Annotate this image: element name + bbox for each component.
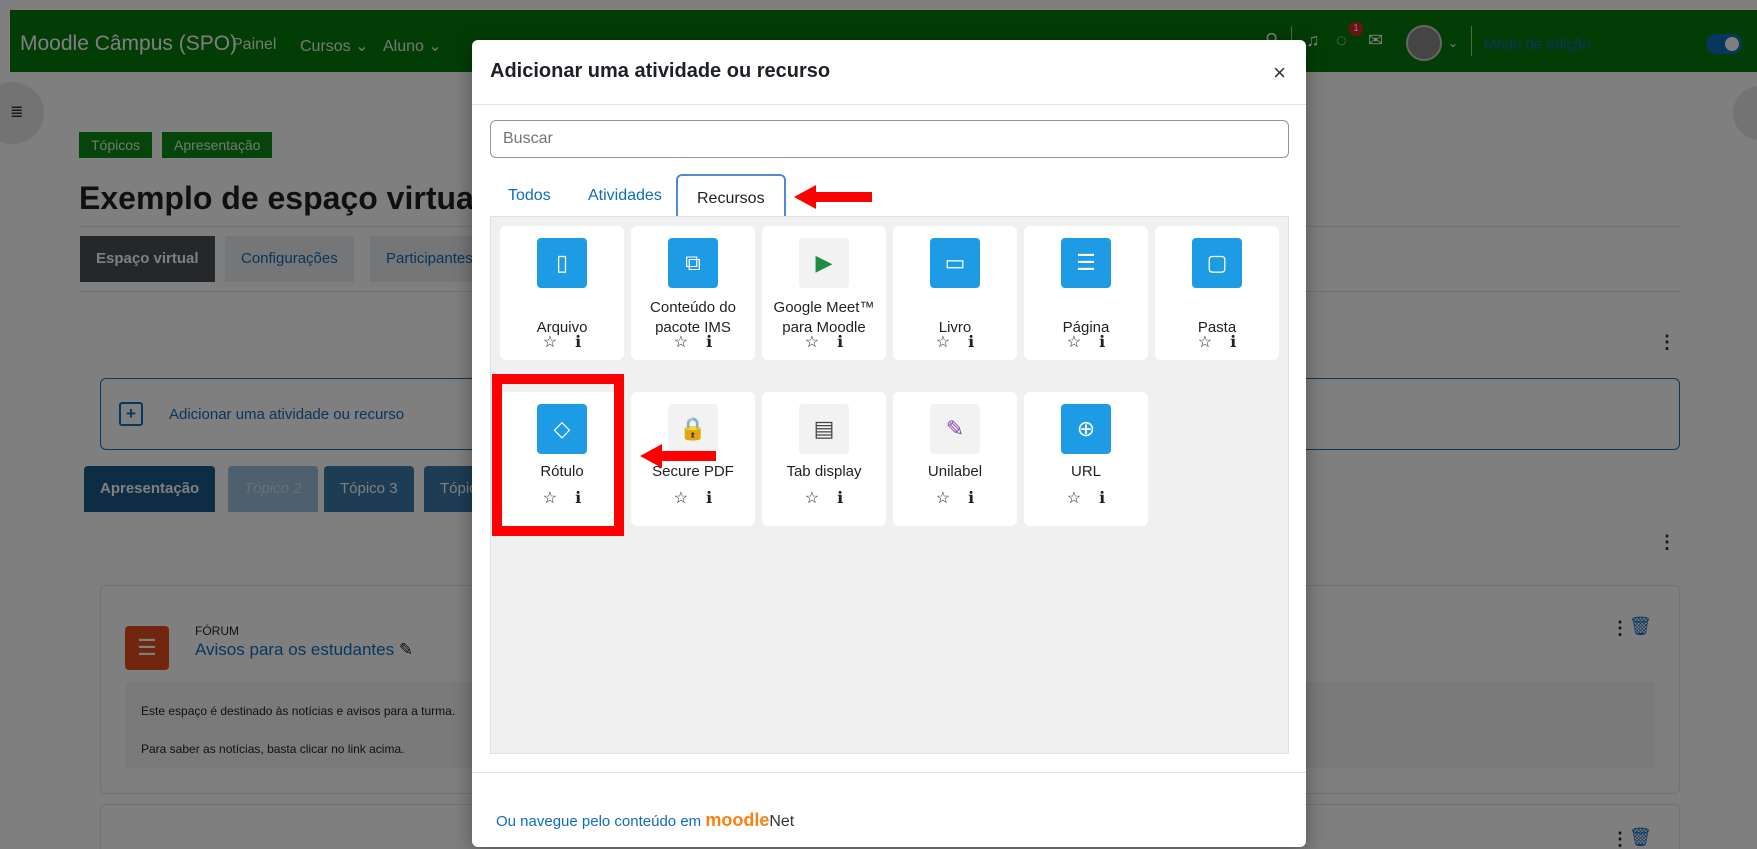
info-icon[interactable]: ℹ [575, 334, 599, 351]
star-icon[interactable]: ☆ [1198, 334, 1230, 351]
tile-label: Tab display [786, 463, 862, 480]
tile-unilabel[interactable]: ✎ Unilabel ☆ℹ [893, 392, 1017, 526]
moodlenet-logo-net: Net [769, 813, 795, 830]
tile-google-meet[interactable]: ▶ Google Meet™ para Moodle ☆ℹ [762, 226, 886, 360]
star-icon[interactable]: ☆ [805, 490, 837, 507]
info-icon[interactable]: ℹ [968, 490, 992, 507]
tile-pasta[interactable]: ▢ Pasta ☆ℹ [1155, 226, 1279, 360]
divider [472, 772, 1306, 773]
info-icon[interactable]: ℹ [1099, 334, 1123, 351]
tab-atividades[interactable]: Atividades [588, 187, 662, 205]
tile-tab-display[interactable]: ▤ Tab display ☆ℹ [762, 392, 886, 526]
tile-label: URL [1070, 463, 1101, 480]
moodlenet-text: Ou navegue pelo conteúdo em [496, 813, 702, 830]
tile-actions: ☆ℹ [1024, 332, 1148, 352]
tile-actions: ☆ℹ [893, 488, 1017, 508]
star-icon[interactable]: ☆ [936, 490, 968, 507]
modal-title: Adicionar uma atividade ou recurso [490, 60, 831, 82]
tile-actions: ☆ℹ [500, 332, 624, 352]
moodlenet-link[interactable]: Ou navegue pelo conteúdo em moodleNet [496, 810, 794, 831]
unilabel-icon: ✎ [930, 404, 980, 454]
info-icon[interactable]: ℹ [837, 490, 861, 507]
tile-actions: ☆ℹ [1024, 488, 1148, 508]
page-icon: ☰ [1061, 238, 1111, 288]
tile-actions: ☆ℹ [893, 332, 1017, 352]
tile-actions: ☆ℹ [631, 332, 755, 352]
star-icon[interactable]: ☆ [936, 334, 968, 351]
tile-actions: ☆ℹ [762, 488, 886, 508]
star-icon[interactable]: ☆ [674, 490, 706, 507]
divider [472, 104, 1306, 105]
package-icon: ⧉ [668, 238, 718, 288]
secure-pdf-icon: 🔒 [668, 404, 718, 454]
tile-actions: ☆ℹ [1155, 332, 1279, 352]
tile-conteudo-pacote-ims[interactable]: ⧉ Conteúdo do pacote IMS ☆ℹ [631, 226, 755, 360]
close-icon[interactable]: × [1273, 60, 1286, 86]
book-icon: ▭ [930, 238, 980, 288]
globe-icon: ⊕ [1061, 404, 1111, 454]
star-icon[interactable]: ☆ [1067, 334, 1099, 351]
star-icon[interactable]: ☆ [805, 334, 837, 351]
info-icon[interactable]: ℹ [1099, 490, 1123, 507]
star-icon[interactable]: ☆ [543, 334, 575, 351]
folder-icon: ▢ [1192, 238, 1242, 288]
tab-todos[interactable]: Todos [508, 187, 551, 205]
annotation-arrow-rotulo [640, 444, 716, 468]
tile-label: Unilabel [927, 463, 983, 480]
info-icon[interactable]: ℹ [837, 334, 861, 351]
annotation-arrow-recursos [794, 185, 872, 209]
tile-livro[interactable]: ▭ Livro ☆ℹ [893, 226, 1017, 360]
info-icon[interactable]: ℹ [706, 490, 730, 507]
info-icon[interactable]: ℹ [706, 334, 730, 351]
star-icon[interactable]: ☆ [674, 334, 706, 351]
search-input[interactable] [490, 120, 1289, 158]
moodlenet-logo: moodle [705, 810, 770, 830]
info-icon[interactable]: ℹ [1230, 334, 1254, 351]
info-icon[interactable]: ℹ [968, 334, 992, 351]
tile-actions: ☆ℹ [631, 488, 755, 508]
screen: Moodle Câmpus (SPO) Painel Cursos ⌄ Alun… [0, 0, 1757, 849]
tab-display-icon: ▤ [799, 404, 849, 454]
tile-actions: ☆ℹ [762, 332, 886, 352]
tile-pagina[interactable]: ☰ Página ☆ℹ [1024, 226, 1148, 360]
star-icon[interactable]: ☆ [1067, 490, 1099, 507]
tile-arquivo[interactable]: ▯ Arquivo ☆ℹ [500, 226, 624, 360]
tile-url[interactable]: ⊕ URL ☆ℹ [1024, 392, 1148, 526]
file-icon: ▯ [537, 238, 587, 288]
google-meet-icon: ▶ [799, 238, 849, 288]
annotation-highlight-box [492, 374, 624, 536]
